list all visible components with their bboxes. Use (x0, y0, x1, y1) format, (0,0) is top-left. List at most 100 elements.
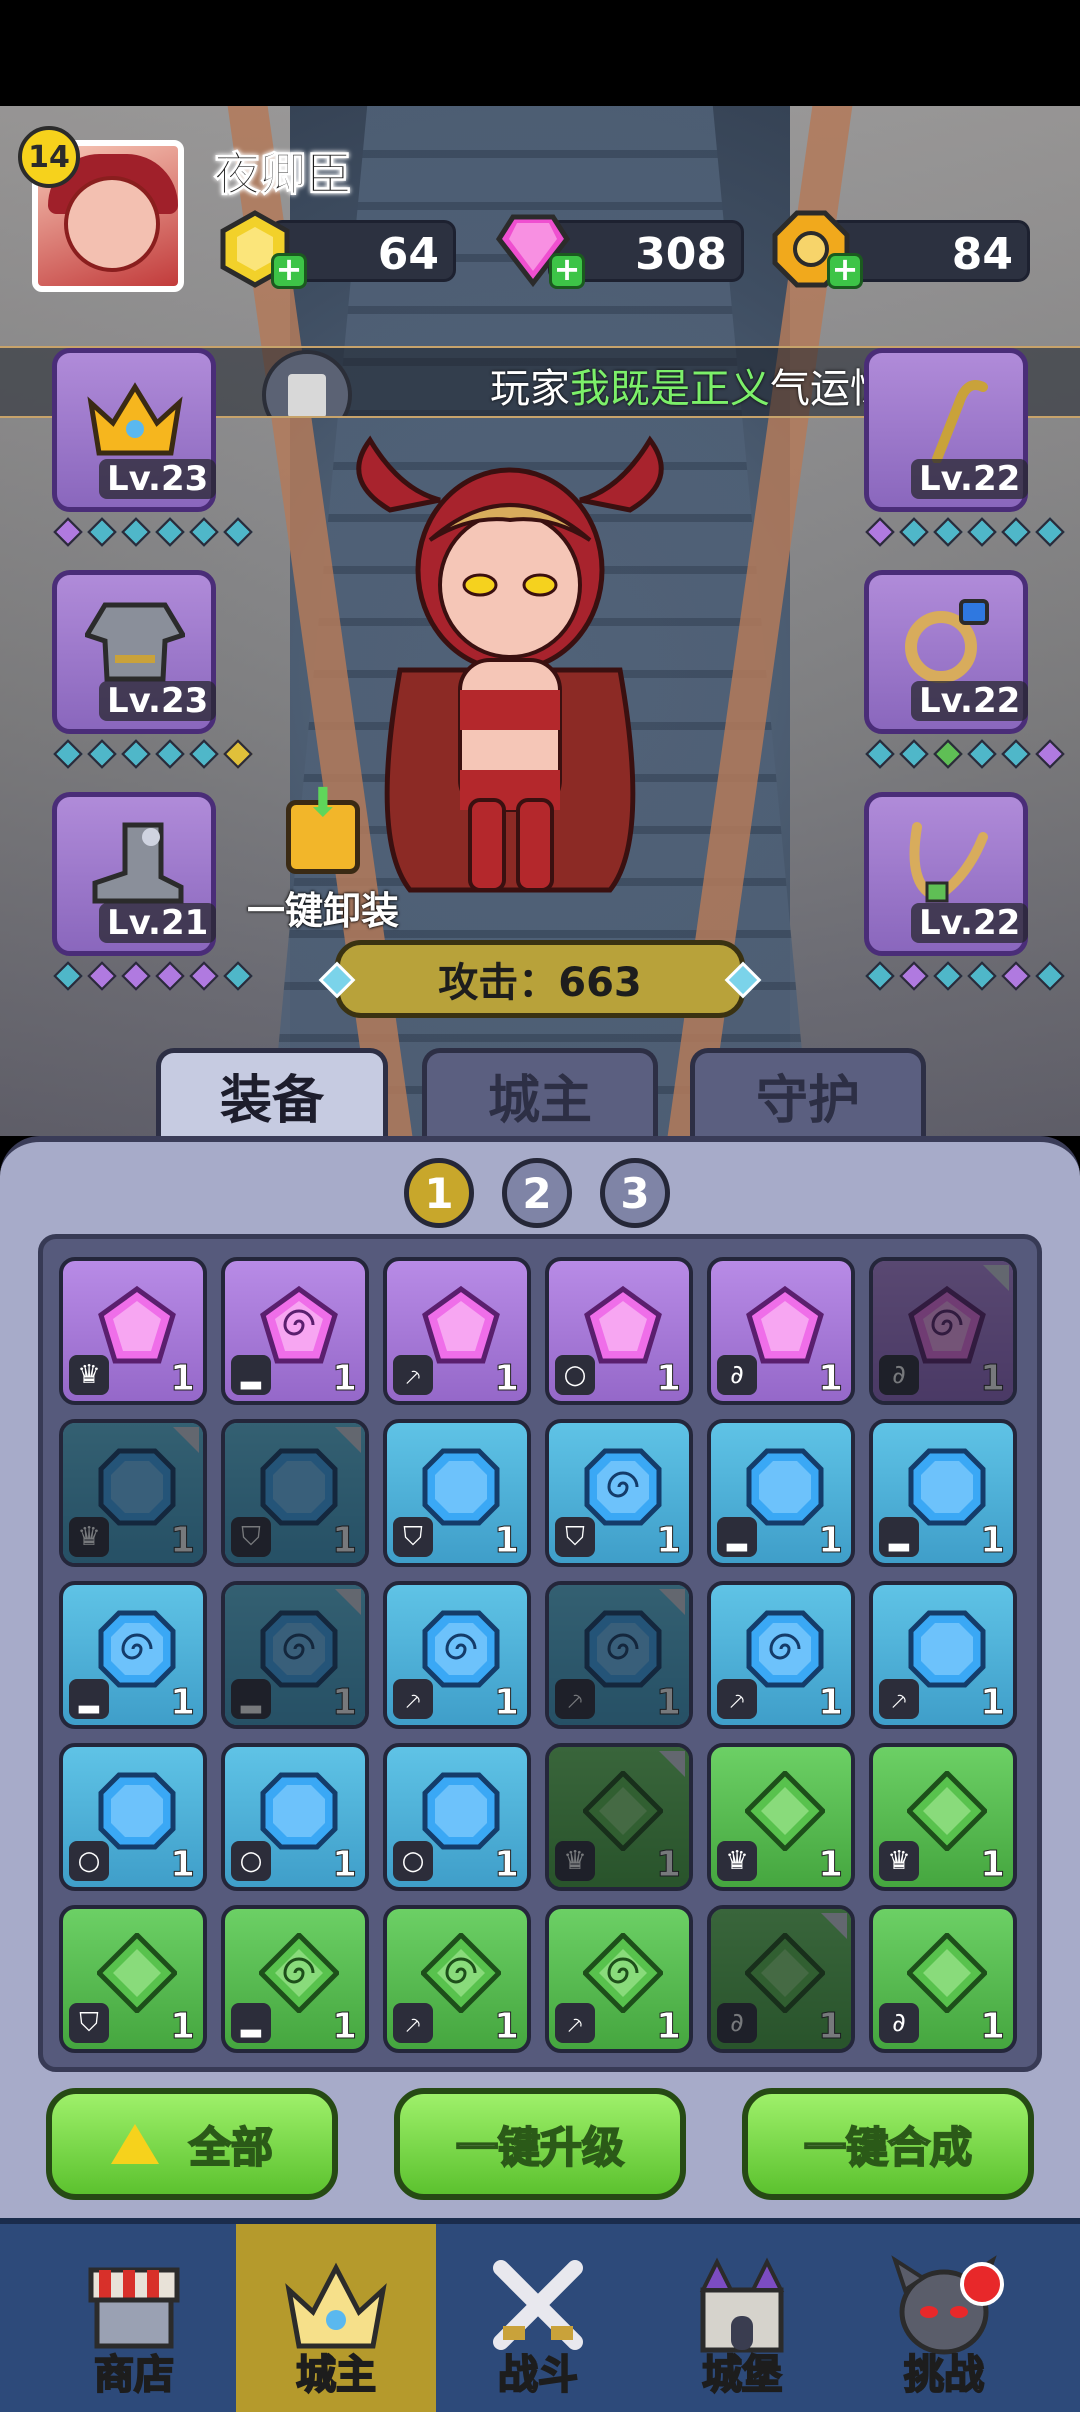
currency-gold-coin[interactable]: + 84 (772, 210, 1030, 289)
add-gold-gem-button[interactable]: + (271, 253, 307, 289)
inventory-item[interactable]: ⸕ 1 (383, 1905, 531, 2053)
inventory-item[interactable]: ♛ 1 (59, 1257, 207, 1405)
page-button-1[interactable]: 1 (404, 1158, 474, 1228)
inventory-item[interactable]: ⸕ 1 (545, 1581, 693, 1729)
equip-level: Lv.21 (99, 903, 217, 943)
item-count: 1 (493, 1682, 519, 1724)
inventory-item[interactable]: ▂ 1 (869, 1419, 1017, 1567)
upgrade-all-label: 一键升级 (455, 2122, 625, 2173)
inventory-item[interactable]: ▂ 1 (59, 1581, 207, 1729)
inventory-item[interactable]: ○ 1 (221, 1743, 369, 1891)
staff-slot-icon: ⸕ (393, 2003, 433, 2043)
purple-gem-icon (422, 1285, 500, 1364)
inventory-item[interactable]: ⛉ 1 (59, 1905, 207, 2053)
inventory-item[interactable]: ∂ 1 (869, 1905, 1017, 2053)
inventory-item[interactable]: ∂ 1 (869, 1257, 1017, 1405)
item-count: 1 (979, 2006, 1005, 2048)
ring-icon (905, 599, 989, 683)
boots-slot-icon: ▂ (717, 1517, 757, 1557)
equip-slot-necklace[interactable]: Lv.22 (864, 792, 1029, 956)
inventory-item[interactable]: ⸕ 1 (869, 1581, 1017, 1729)
inventory-item[interactable]: ♛ 1 (869, 1743, 1017, 1891)
inventory-item[interactable]: ⸕ 1 (383, 1581, 531, 1729)
corner-marker (821, 1913, 847, 1939)
inventory-item[interactable]: ⸕ 1 (545, 1905, 693, 2053)
item-count: 1 (169, 1844, 195, 1886)
nav-shop[interactable]: 商店 (34, 2224, 234, 2412)
upgrade-all-button[interactable]: 一键升级 (394, 2088, 686, 2200)
inventory-item[interactable]: ▂ 1 (221, 1905, 369, 2053)
equip-slot-staff[interactable]: Lv.22 (864, 348, 1029, 512)
equip-slot-armor[interactable]: Lv.23 (52, 570, 217, 734)
equip-level: Lv.22 (911, 681, 1029, 721)
nav-challenge[interactable]: 挑战 (844, 2224, 1044, 2412)
green-gem-icon (583, 1771, 663, 1851)
inventory-item[interactable]: ∂ 1 (707, 1905, 855, 2053)
nav-castle[interactable]: 城堡 (642, 2224, 842, 2412)
blue-gem-icon (260, 1448, 338, 1526)
gold-coin-count: 84 (951, 229, 1013, 280)
item-count: 1 (979, 1520, 1005, 1562)
tab-lord[interactable]: 城主 (422, 1048, 658, 1138)
tab-equipment[interactable]: 装备 (156, 1048, 388, 1138)
green-gem-icon (583, 1933, 663, 2013)
blue-gem-icon (260, 1772, 338, 1850)
item-count: 1 (493, 1520, 519, 1562)
add-gold-coin-button[interactable]: + (827, 253, 863, 289)
item-count: 1 (655, 2006, 681, 2048)
page-button-2[interactable]: 2 (502, 1158, 572, 1228)
inventory-item[interactable]: ♛ 1 (707, 1743, 855, 1891)
inventory-item[interactable]: ▂ 1 (221, 1257, 369, 1405)
item-count: 1 (817, 1520, 843, 1562)
nav-challenge-label: 挑战 (903, 2351, 985, 2399)
equip-slot-boots[interactable]: Lv.21 (52, 792, 217, 956)
inventory-item[interactable]: ○ 1 (59, 1743, 207, 1891)
inventory-item[interactable]: ⛉ 1 (545, 1419, 693, 1567)
necklace-slot-icon: ∂ (717, 2003, 757, 2043)
inventory-item[interactable]: ♛ 1 (59, 1419, 207, 1567)
add-pink-crystal-button[interactable]: + (549, 253, 585, 289)
nav-lord-label: 城主 (295, 2351, 377, 2399)
filter-all-button[interactable]: 全部 (46, 2088, 338, 2200)
inventory-item[interactable]: ♛ 1 (545, 1743, 693, 1891)
unequip-all-button[interactable]: ⬇ 一键卸装 (228, 780, 418, 935)
inventory-item[interactable]: ▂ 1 (707, 1419, 855, 1567)
blue-gem-icon (584, 1448, 662, 1526)
armor-slot-icon: ⛉ (231, 1517, 271, 1557)
equip-slot-crown[interactable]: Lv.23 (52, 348, 217, 512)
purple-gem-icon (584, 1285, 662, 1364)
merge-all-button[interactable]: 一键合成 (742, 2088, 1034, 2200)
blue-gem-icon (98, 1448, 176, 1526)
scroll-icon[interactable] (262, 350, 352, 416)
staff-slot-icon: ⸕ (393, 1355, 433, 1395)
item-count: 1 (331, 1358, 357, 1400)
necklace-slot-icon: ∂ (879, 2003, 919, 2043)
inventory-grid-container[interactable]: ♛ 1 ▂ 1 ⸕ 1 ○ 1 ∂ 1 ∂ 1 ♛ 1 ⛉ 1 ⛉ 1 ⛉ 1 ▂ 1 ▂ 1 ▂ 1 ▂ 1 ⸕ 1 ⸕ 1 ⸕ 1 ⸕ 1 ○ 1 ○ 1… (38, 1234, 1042, 2072)
currency-pink-crystal[interactable]: + 308 (495, 214, 744, 289)
currency-gold-gem[interactable]: + 64 (220, 210, 456, 289)
blue-gem-icon (584, 1610, 662, 1688)
green-gem-icon (907, 1771, 987, 1851)
tab-guard[interactable]: 守护 (690, 1048, 926, 1138)
notification-dot (960, 2262, 1004, 2306)
page-selector: 1 2 3 (404, 1158, 670, 1228)
item-count: 1 (979, 1844, 1005, 1886)
inventory-item[interactable]: ⸕ 1 (383, 1257, 531, 1405)
inventory-item[interactable]: ○ 1 (545, 1257, 693, 1405)
inventory-item[interactable]: ○ 1 (383, 1743, 531, 1891)
equip-level: Lv.22 (911, 459, 1029, 499)
green-gem-icon (907, 1933, 987, 2013)
blue-gem-icon (908, 1610, 986, 1688)
inventory-item[interactable]: ⛉ 1 (383, 1419, 531, 1567)
nav-lord[interactable]: 城主 (236, 2224, 436, 2412)
item-count: 1 (493, 2006, 519, 2048)
inventory-item[interactable]: ∂ 1 (707, 1257, 855, 1405)
inventory-item[interactable]: ⛉ 1 (221, 1419, 369, 1567)
equip-slot-ring[interactable]: Lv.22 (864, 570, 1029, 734)
item-count: 1 (169, 1358, 195, 1400)
nav-battle[interactable]: 战斗 (438, 2224, 638, 2412)
inventory-item[interactable]: ▂ 1 (221, 1581, 369, 1729)
inventory-item[interactable]: ⸕ 1 (707, 1581, 855, 1729)
pink-crystal-count: 308 (635, 229, 727, 280)
page-button-3[interactable]: 3 (600, 1158, 670, 1228)
